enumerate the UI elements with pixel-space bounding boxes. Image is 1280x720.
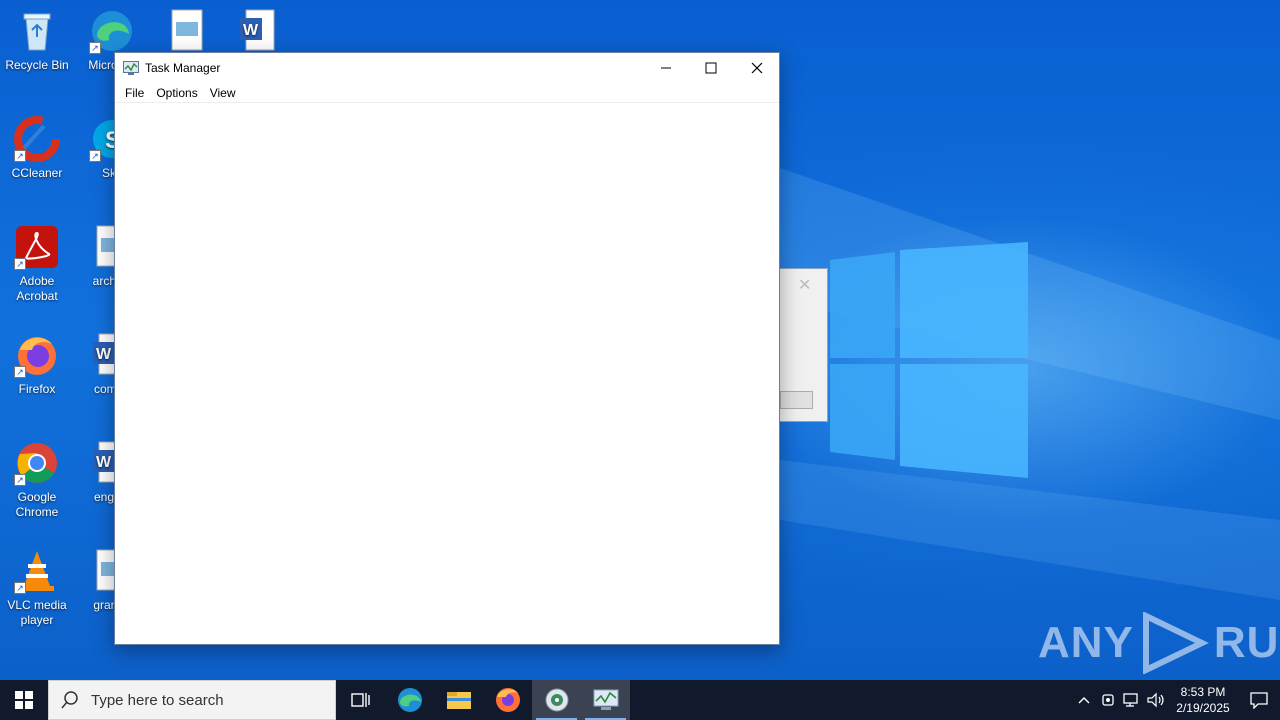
desktop-icon-label: Recycle Bin xyxy=(5,58,69,72)
firefox-icon xyxy=(495,688,520,712)
menu-options[interactable]: Options xyxy=(150,86,203,100)
menu-file[interactable]: File xyxy=(119,86,150,100)
recycle-bin-icon xyxy=(14,8,60,54)
close-icon[interactable]: ✕ xyxy=(798,275,811,295)
search-icon xyxy=(61,691,78,709)
shortcut-arrow-icon: ↗ xyxy=(14,150,26,162)
desktop-icon-label: CCleaner xyxy=(11,166,63,180)
window-title: Task Manager xyxy=(145,61,221,75)
menu-view[interactable]: View xyxy=(204,86,242,100)
tray-network-button[interactable] xyxy=(1120,680,1144,720)
desktop-icon-label: Google Chrome xyxy=(15,490,59,519)
close-button[interactable] xyxy=(734,53,780,83)
dialog-button[interactable] xyxy=(780,391,813,409)
shortcut-arrow-icon: ↗ xyxy=(89,150,101,162)
speaker-icon xyxy=(1147,692,1164,708)
watermark-text-left: ANY xyxy=(1038,618,1134,667)
notification-icon xyxy=(1250,692,1268,709)
show-hidden-icons-button[interactable] xyxy=(1072,680,1096,720)
title-bar[interactable]: Task Manager xyxy=(115,53,779,83)
search-placeholder: Type here to search xyxy=(91,691,224,709)
chevron-up-icon xyxy=(1078,697,1090,704)
task-view-icon xyxy=(350,693,370,707)
clock-date: 2/19/2025 xyxy=(1176,701,1230,715)
shortcut-arrow-icon: ↗ xyxy=(14,474,26,486)
maximize-icon xyxy=(705,62,717,74)
desktop-icon-word-doc[interactable]: W xyxy=(222,8,296,58)
chrome-icon: ↗ xyxy=(14,440,60,486)
shortcut-arrow-icon: ↗ xyxy=(14,582,26,594)
play-logo-icon xyxy=(1142,612,1209,674)
edge-icon: ↗ xyxy=(89,8,135,54)
windows-start-icon xyxy=(15,691,33,709)
desktop-icon-image-file[interactable] xyxy=(150,8,224,58)
task-manager-icon xyxy=(593,689,618,710)
firefox-icon: ↗ xyxy=(14,332,60,378)
shortcut-arrow-icon: ↗ xyxy=(89,42,101,54)
taskbar-task-manager[interactable] xyxy=(581,680,630,720)
word-doc-icon: W xyxy=(236,8,282,54)
taskbar: Type here to search 8:53 PM 2/19/2025 xyxy=(0,680,1280,720)
desktop-icon-recycle-bin[interactable]: Recycle Bin xyxy=(0,8,74,73)
file-explorer-icon xyxy=(446,692,471,709)
minimize-button[interactable] xyxy=(643,53,689,83)
taskbar-clock[interactable]: 8:53 PM 2/19/2025 xyxy=(1168,684,1238,716)
task-manager-content xyxy=(115,103,779,643)
task-view-button[interactable] xyxy=(336,680,385,720)
clock-time: 8:53 PM xyxy=(1180,685,1226,699)
shortcut-arrow-icon: ↗ xyxy=(14,366,26,378)
shortcut-arrow-icon: ↗ xyxy=(14,258,26,270)
anyrun-watermark: ANY RUN xyxy=(1038,612,1280,674)
action-center-button[interactable] xyxy=(1238,680,1280,720)
system-tray: 8:53 PM 2/19/2025 xyxy=(1072,680,1280,720)
installer-icon xyxy=(545,688,568,712)
start-button[interactable] xyxy=(0,680,48,720)
desktop-icon-google-chrome[interactable]: ↗ Google Chrome xyxy=(0,440,74,520)
svg-text:W: W xyxy=(96,454,112,471)
tray-device-button[interactable] xyxy=(1096,680,1120,720)
taskbar-file-explorer[interactable] xyxy=(434,680,483,720)
desktop-icon-label: VLC media player xyxy=(7,598,67,627)
device-icon xyxy=(1102,694,1114,706)
svg-text:W: W xyxy=(96,346,112,363)
task-manager-icon xyxy=(123,61,139,75)
desktop-icon-label: Adobe Acrobat xyxy=(16,274,58,303)
task-manager-window[interactable]: Task Manager File Options View xyxy=(114,52,780,645)
edge-icon xyxy=(397,688,422,712)
minimize-icon xyxy=(661,67,671,69)
close-icon xyxy=(751,62,763,74)
svg-text:W: W xyxy=(243,22,259,39)
ccleaner-icon: ↗ xyxy=(14,116,60,162)
tray-volume-button[interactable] xyxy=(1144,680,1168,720)
desktop-icon-vlc[interactable]: ↗ VLC media player xyxy=(0,548,74,628)
desktop-icon-firefox[interactable]: ↗ Firefox xyxy=(0,332,74,397)
taskbar-installer[interactable] xyxy=(532,680,581,720)
acrobat-icon: ↗ xyxy=(14,224,60,270)
taskbar-firefox[interactable] xyxy=(483,680,532,720)
taskbar-edge[interactable] xyxy=(385,680,434,720)
image-file-icon xyxy=(164,8,210,54)
watermark-text-right: RUN xyxy=(1213,618,1280,667)
menu-bar: File Options View xyxy=(115,83,779,103)
taskbar-search-box[interactable]: Type here to search xyxy=(48,680,336,720)
desktop-icon-adobe-acrobat[interactable]: ↗ Adobe Acrobat xyxy=(0,224,74,304)
desktop-icon-label: Firefox xyxy=(18,382,56,396)
network-icon xyxy=(1123,693,1138,707)
background-dialog[interactable]: ✕ xyxy=(779,268,828,422)
desktop-icon-ccleaner[interactable]: ↗ CCleaner xyxy=(0,116,74,181)
vlc-icon: ↗ xyxy=(14,548,60,594)
maximize-button[interactable] xyxy=(688,53,734,83)
